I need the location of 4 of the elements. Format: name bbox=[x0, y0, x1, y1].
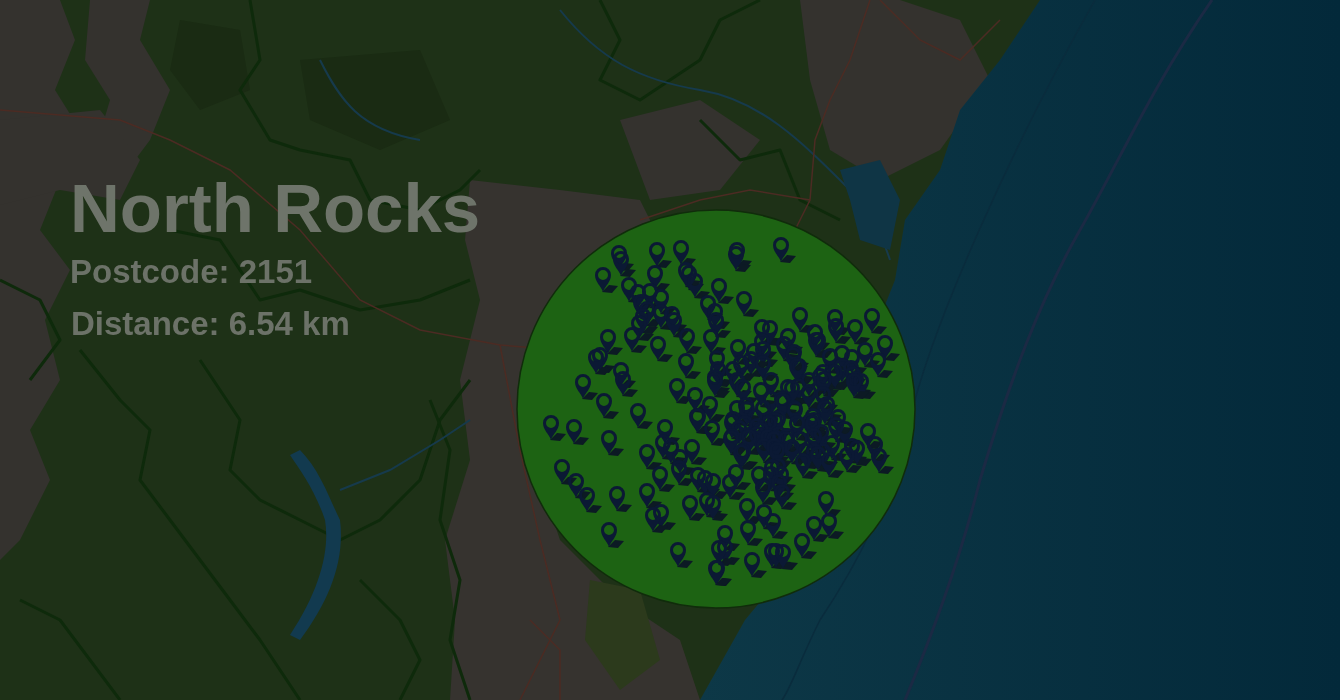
postcode-text: Postcode: 2151 bbox=[70, 255, 313, 288]
map-pin-cluster[interactable] bbox=[543, 237, 900, 586]
distance-text: Distance: 6.54 km bbox=[71, 307, 350, 340]
place-name: North Rocks bbox=[70, 174, 481, 243]
